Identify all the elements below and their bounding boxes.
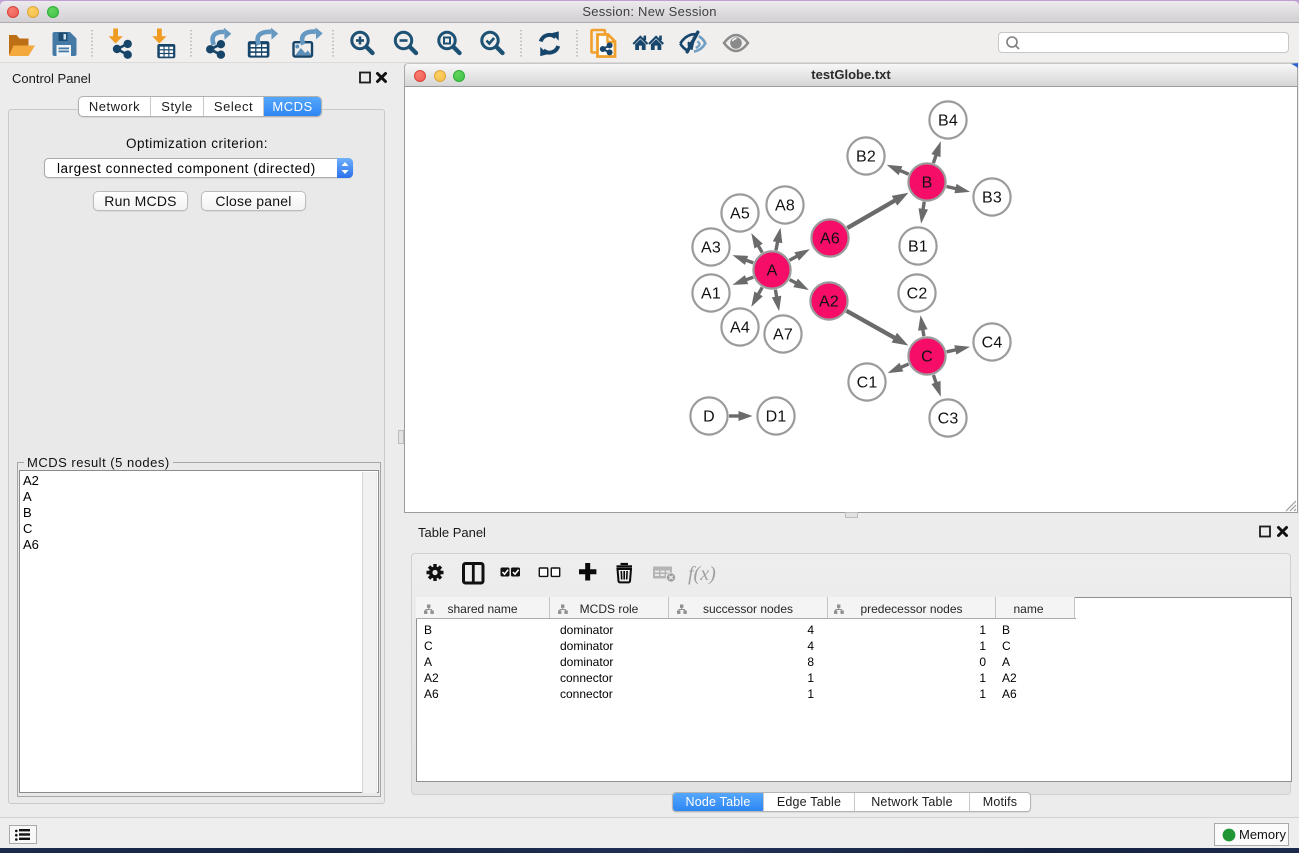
svg-text:C4: C4 xyxy=(982,335,1003,352)
svg-text:A5: A5 xyxy=(730,206,750,223)
svg-text:A3: A3 xyxy=(701,240,721,257)
svg-text:B4: B4 xyxy=(938,113,958,130)
svg-text:f(x): f(x) xyxy=(688,563,716,585)
svg-text:A4: A4 xyxy=(730,320,750,337)
svg-text:B3: B3 xyxy=(982,190,1002,207)
svg-text:D1: D1 xyxy=(766,409,787,426)
svg-text:B: B xyxy=(922,175,933,192)
svg-text:A: A xyxy=(767,263,778,280)
svg-text:C3: C3 xyxy=(938,411,959,428)
svg-text:C1: C1 xyxy=(857,375,878,392)
svg-text:D: D xyxy=(703,409,715,426)
svg-text:A8: A8 xyxy=(775,198,795,215)
svg-text:A2: A2 xyxy=(819,294,839,311)
svg-text:A6: A6 xyxy=(820,231,840,248)
svg-text:B2: B2 xyxy=(856,149,876,166)
svg-text:A1: A1 xyxy=(701,286,721,303)
svg-text:A7: A7 xyxy=(773,327,793,344)
svg-text:C2: C2 xyxy=(907,286,928,303)
svg-text:C: C xyxy=(921,349,933,366)
svg-text:B1: B1 xyxy=(908,239,928,256)
